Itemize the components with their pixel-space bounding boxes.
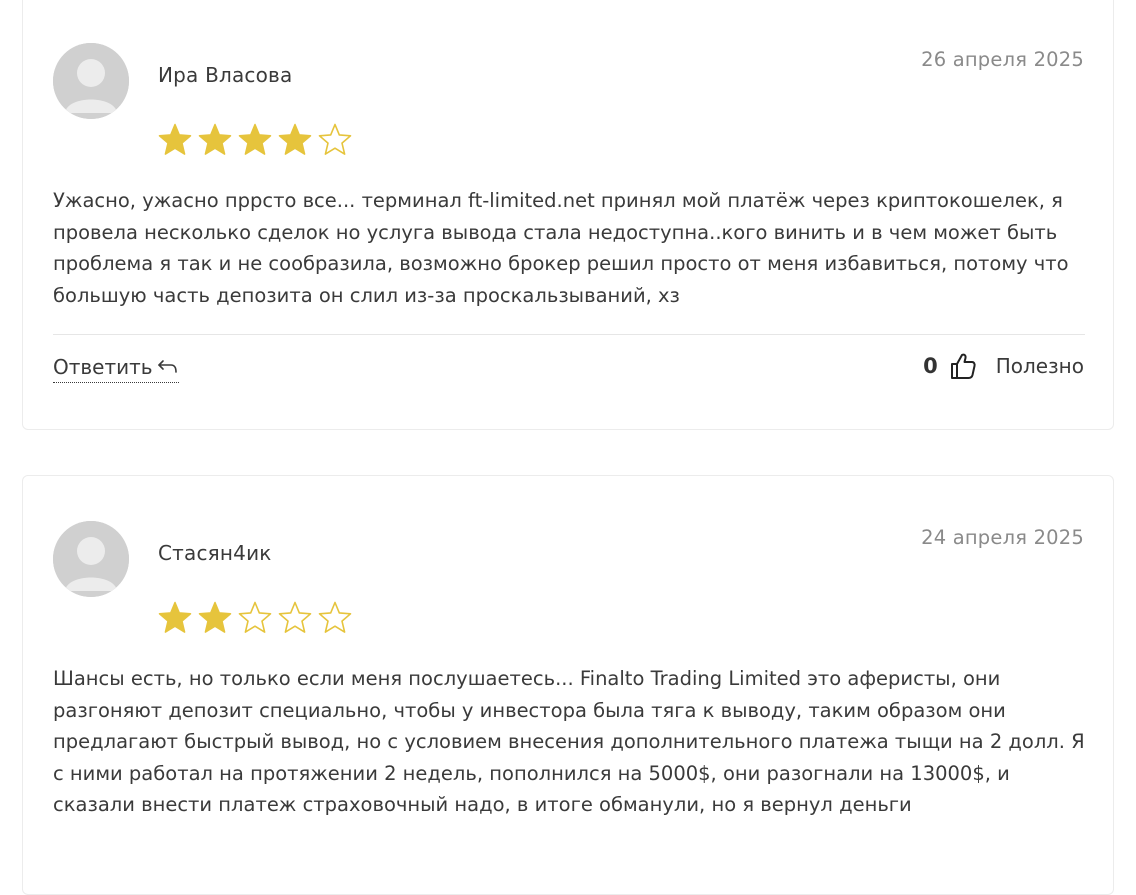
star-empty-icon [278, 601, 312, 633]
reply-label: Ответить [53, 355, 153, 379]
helpful-button[interactable]: Полезно [996, 354, 1084, 378]
avatar-icon [53, 521, 129, 597]
star-filled-icon [158, 123, 192, 155]
reply-arrow-icon [157, 360, 177, 373]
rating-stars [157, 122, 353, 158]
star-filled-icon [238, 123, 272, 155]
helpful-count: 0 [923, 354, 938, 378]
star-empty-icon [238, 601, 272, 633]
review-text: Шансы есть, но только если меня послушае… [53, 667, 1085, 816]
divider [53, 334, 1085, 335]
review-author: Стасян4ик [158, 541, 272, 565]
star-empty-icon [318, 601, 352, 633]
star-filled-icon [158, 601, 192, 633]
star-filled-icon [278, 123, 312, 155]
reply-button[interactable]: Ответить [53, 355, 179, 383]
rating-stars [157, 600, 353, 636]
review-author: Ира Власова [158, 63, 293, 87]
review-date: 24 апреля 2025 [921, 526, 1084, 549]
review-text: Ужасно, ужасно пррсто все... терминал ft… [53, 189, 1069, 307]
star-empty-icon [318, 123, 352, 155]
helpful-group: 0 Полезно [923, 352, 1084, 380]
review-card: Ира Власова 26 апреля 2025 Ужасно, ужасн… [22, 0, 1114, 430]
avatar-icon [53, 43, 129, 119]
star-filled-icon [198, 123, 232, 155]
review-card: Стасян4ик 24 апреля 2025 Шансы есть, но … [22, 475, 1114, 895]
star-filled-icon [198, 601, 232, 633]
review-date: 26 апреля 2025 [921, 48, 1084, 71]
thumbs-up-icon[interactable] [950, 352, 976, 380]
